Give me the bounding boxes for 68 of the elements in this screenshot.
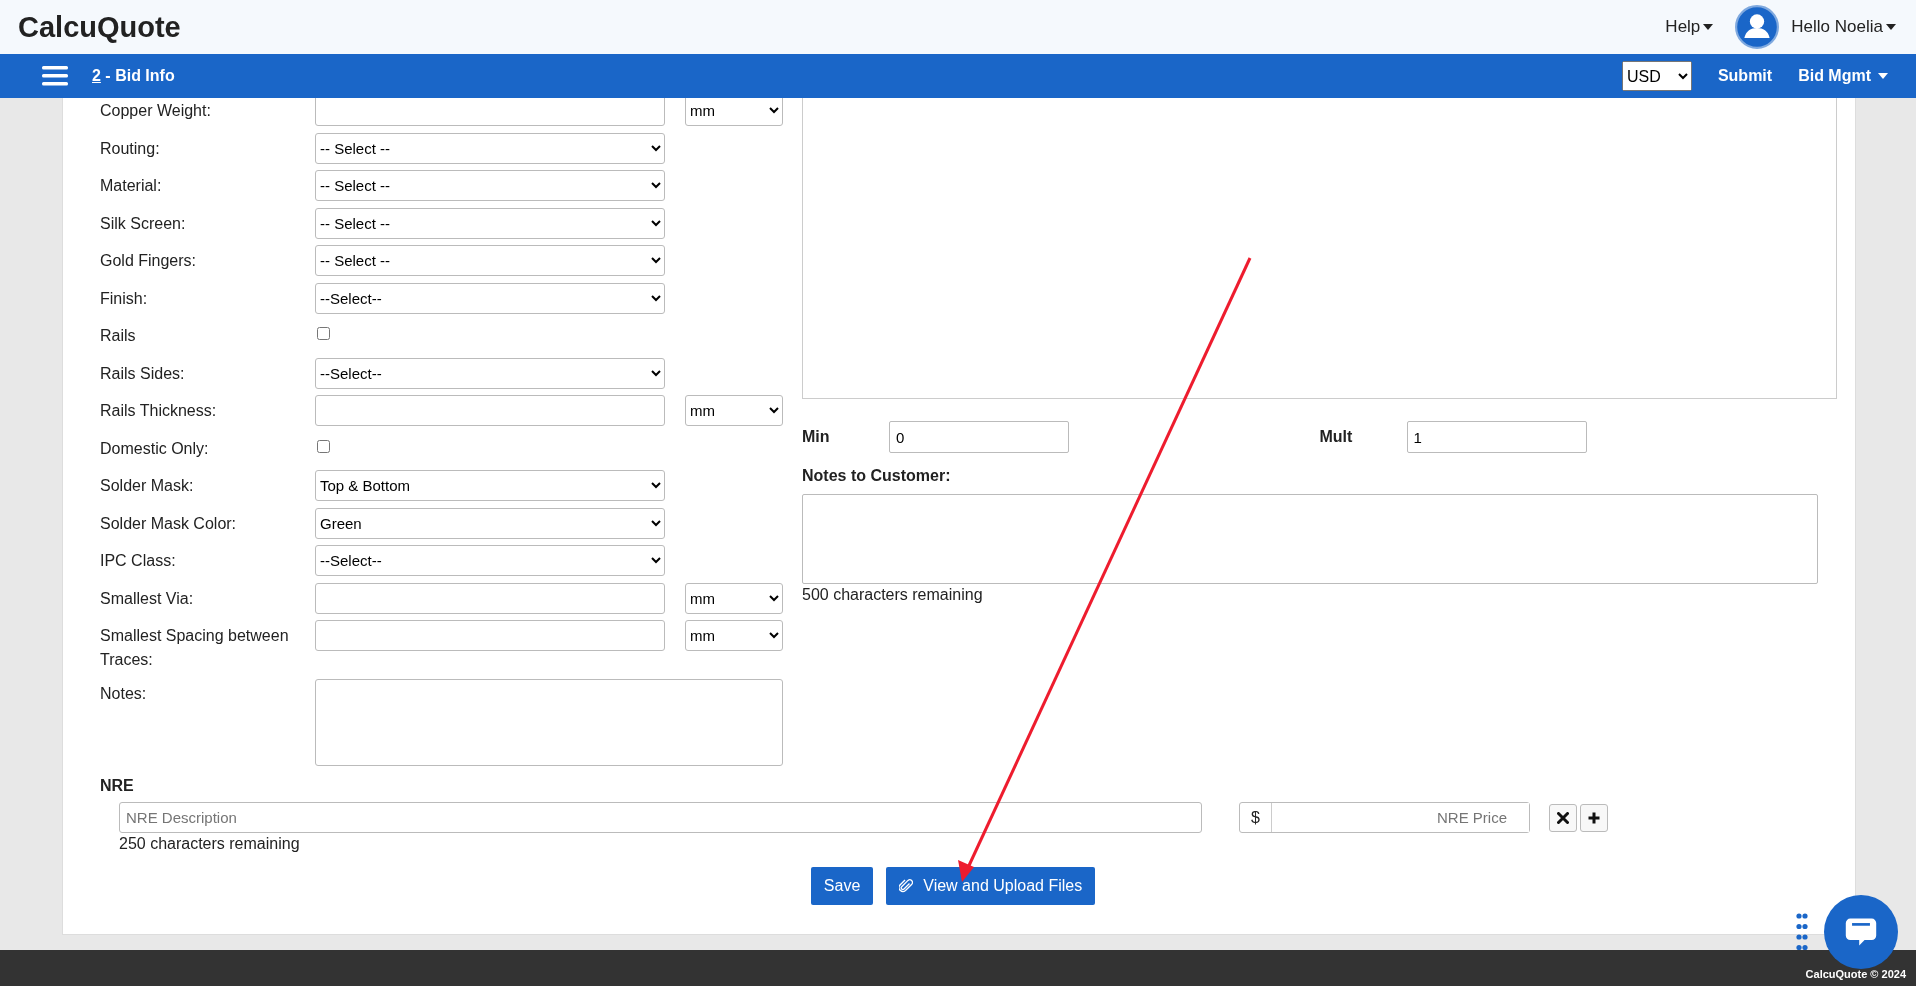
field-label: Gold Fingers: xyxy=(100,251,198,271)
text-input[interactable] xyxy=(315,582,665,614)
dropdown[interactable]: -- Select -- xyxy=(315,207,665,239)
caret-icon xyxy=(1886,24,1896,30)
field-label: Smallest Via: xyxy=(100,588,195,609)
caret-icon xyxy=(1878,73,1888,79)
unit-select[interactable]: mm xyxy=(685,582,783,614)
field-label: Solder Mask: xyxy=(100,476,195,496)
field-label: Rails xyxy=(100,326,137,346)
quantity-label: Min xyxy=(802,428,831,446)
user-avatar-icon[interactable] xyxy=(1735,5,1780,49)
currency-select[interactable]: USD xyxy=(1621,61,1692,91)
remove-button[interactable] xyxy=(1549,803,1577,832)
upload-files-button[interactable]: View and Upload Files xyxy=(886,867,1096,905)
grid-dots-icon[interactable] xyxy=(1796,912,1808,952)
field-label: Material: xyxy=(100,176,163,196)
field-label: Rails Sides: xyxy=(100,363,186,384)
caret-icon xyxy=(1703,24,1714,30)
close-icon xyxy=(1557,811,1569,824)
field-label: Finish: xyxy=(100,288,149,309)
dropdown[interactable]: Top & Bottom xyxy=(315,470,665,501)
app-logo: CalcuQuote xyxy=(18,10,181,44)
text-input[interactable] xyxy=(315,98,665,126)
field-label: Rails Thickness: xyxy=(100,401,218,421)
dropdown[interactable]: -- Select -- xyxy=(315,132,665,164)
field-label: Copper Weight: xyxy=(100,101,212,121)
unit-select[interactable]: mm xyxy=(685,98,783,126)
field-label: Smallest Spacing between Traces: xyxy=(100,626,290,670)
bid-management-menu[interactable]: Bid Mgmt xyxy=(1798,67,1888,85)
paperclip-icon xyxy=(899,878,914,894)
notes-field[interactable] xyxy=(315,679,783,766)
notes-to-customer-field[interactable] xyxy=(802,494,1818,584)
dropdown[interactable]: -- Select -- xyxy=(315,245,665,276)
section-label: Notes to Customer: xyxy=(802,467,952,485)
unit-select[interactable]: mm xyxy=(685,620,783,651)
help-menu[interactable]: Help xyxy=(1665,17,1714,37)
unit-select[interactable]: mm xyxy=(685,395,783,426)
plus-icon xyxy=(1588,811,1600,824)
dropdown[interactable]: --Select-- xyxy=(315,357,665,389)
user-menu[interactable]: Hello Noelia xyxy=(1791,17,1896,37)
submit-link[interactable]: Submit xyxy=(1717,67,1773,85)
text-input[interactable] xyxy=(315,620,665,651)
character-count: 500 characters remaining xyxy=(802,586,984,604)
dropdown[interactable]: Green xyxy=(315,507,665,539)
dropdown[interactable]: --Select-- xyxy=(315,282,665,314)
add-button[interactable] xyxy=(1580,803,1608,832)
field-label: Notes: xyxy=(100,684,148,704)
section-label: NRE xyxy=(100,777,135,795)
copyright-text: CalcuQuote © 2024 xyxy=(1805,968,1906,980)
quantity-input[interactable]: 1 xyxy=(1406,421,1587,453)
field-label: Solder Mask Color: xyxy=(100,513,238,534)
field-label: Routing: xyxy=(100,138,161,159)
field-label: Domestic Only: xyxy=(100,438,210,459)
save-button[interactable]: Save xyxy=(810,867,874,905)
quantity-label: Mult xyxy=(1319,428,1354,446)
field-label: IPC Class: xyxy=(100,551,177,571)
checkbox[interactable] xyxy=(317,439,330,453)
nre-price-field[interactable]: $ NRE Price xyxy=(1239,802,1530,833)
character-count: 250 characters remaining xyxy=(119,835,301,853)
quantity-input[interactable]: 0 xyxy=(889,421,1069,453)
menu-icon[interactable] xyxy=(42,66,68,86)
field-label: Silk Screen: xyxy=(100,213,187,234)
dropdown[interactable]: -- Select -- xyxy=(315,170,665,201)
dropdown[interactable]: --Select-- xyxy=(315,545,665,576)
nre-description-input[interactable]: NRE Description xyxy=(119,802,1202,833)
text-input[interactable] xyxy=(315,395,665,426)
checkbox[interactable] xyxy=(317,327,330,340)
page-title: 2 - Bid Info xyxy=(92,67,175,85)
